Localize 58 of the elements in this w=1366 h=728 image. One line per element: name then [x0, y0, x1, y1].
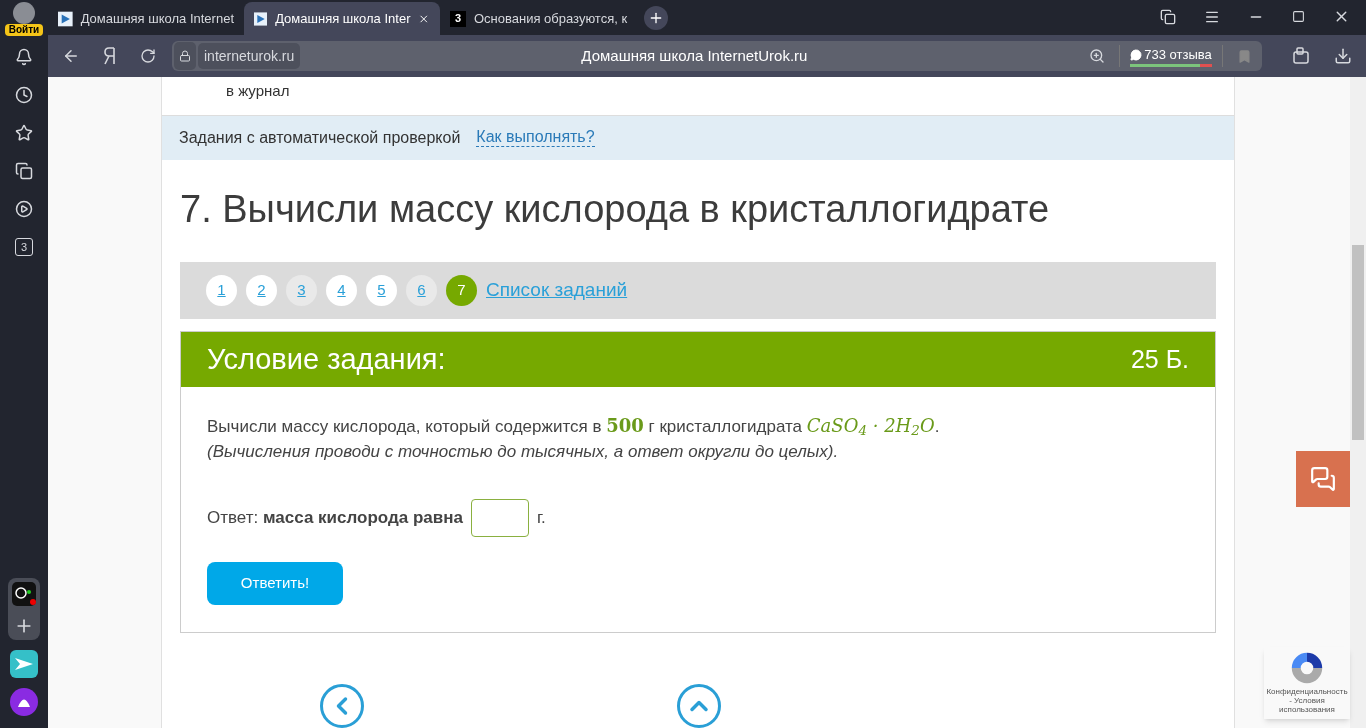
browser-tab[interactable]: Домашняя школа Inter [244, 2, 440, 35]
avatar[interactable] [13, 2, 35, 24]
new-tab-icon[interactable] [648, 10, 664, 26]
browser-tab[interactable]: Домашняя школа Internet [48, 2, 244, 35]
camera-app-icon[interactable] [12, 582, 36, 606]
submit-button[interactable]: Ответить! [207, 562, 343, 605]
download-icon[interactable] [1334, 47, 1352, 65]
assistant-icon[interactable] [10, 688, 38, 716]
reload-icon[interactable] [140, 48, 156, 64]
chat-icon [1310, 466, 1336, 492]
task-points: 25 Б. [1130, 343, 1189, 375]
badge-icon[interactable]: 3 [15, 238, 33, 256]
play-icon [254, 10, 268, 27]
task-note: (Вычисления проводи с точностью до тысячных, а ответ округли до целых). [207, 441, 840, 463]
answer-field[interactable] [471, 499, 529, 537]
back-icon[interactable] [62, 47, 80, 65]
journal-text: в журнал [226, 82, 290, 99]
bell-icon[interactable] [15, 48, 33, 66]
task-title: 7. Вычисли массу кислорода в кристаллогидрате [179, 187, 1051, 232]
yandex-icon[interactable] [104, 47, 116, 65]
answer-label: Ответ: масса кислорода равна [207, 507, 463, 530]
address-bar[interactable]: interneturok.ru Домашняя школа InternetUrok.ru 733 отзыва [172, 41, 1262, 71]
lock-icon [179, 50, 191, 62]
unit-text: г. [537, 507, 546, 530]
pager-item[interactable]: 7 [446, 275, 477, 306]
restore-icon[interactable] [1292, 10, 1305, 23]
pager-item[interactable]: 1 [206, 275, 237, 306]
messenger-icon[interactable] [10, 650, 38, 678]
play-icon [58, 10, 73, 27]
pager-item[interactable]: 4 [326, 275, 357, 306]
bookmarks-icon[interactable] [1160, 8, 1176, 25]
pager-item[interactable]: 5 [366, 275, 397, 306]
chat-button[interactable] [1296, 451, 1350, 507]
star-icon[interactable] [15, 124, 33, 142]
recaptcha-links[interactable]: Конфиденциальность - Условия использования [1265, 687, 1349, 714]
play-icon[interactable] [15, 200, 33, 218]
collections-icon[interactable] [15, 162, 33, 180]
url-domain[interactable]: interneturok.ru [198, 43, 301, 69]
page-title: Домашняя школа InternetUrok.ru [581, 45, 808, 66]
pager-item[interactable]: 6 [406, 275, 437, 306]
task-question: Вычисли массу кислорода, который содержится в 500 г кристаллогидрата CaSO$_{4}$ · 2H$_{2}$O. [207, 414, 941, 440]
pager-item[interactable]: 2 [246, 275, 277, 306]
site-logo: 3 [450, 10, 466, 27]
how-to-link[interactable]: Как выполнять? [476, 128, 595, 148]
extensions-icon[interactable] [1292, 47, 1310, 65]
task-heading: Условие задания: [207, 341, 446, 377]
zoom-icon[interactable] [1089, 48, 1105, 64]
task-list-link[interactable]: Список заданий [486, 276, 628, 305]
up-button[interactable] [677, 684, 721, 728]
info-text: Задания с автоматической проверкой [179, 127, 461, 148]
previous-button[interactable] [320, 684, 364, 728]
reviews-button[interactable]: 733 отзыва [1119, 44, 1223, 68]
recaptcha-icon [1290, 651, 1324, 685]
comment-icon [1130, 48, 1143, 61]
clock-icon[interactable] [15, 86, 33, 104]
login-badge[interactable]: Войти [4, 24, 44, 36]
pager-item[interactable]: 3 [286, 275, 317, 306]
browser-tab[interactable]: 3 Основания образуются, к [440, 2, 636, 35]
